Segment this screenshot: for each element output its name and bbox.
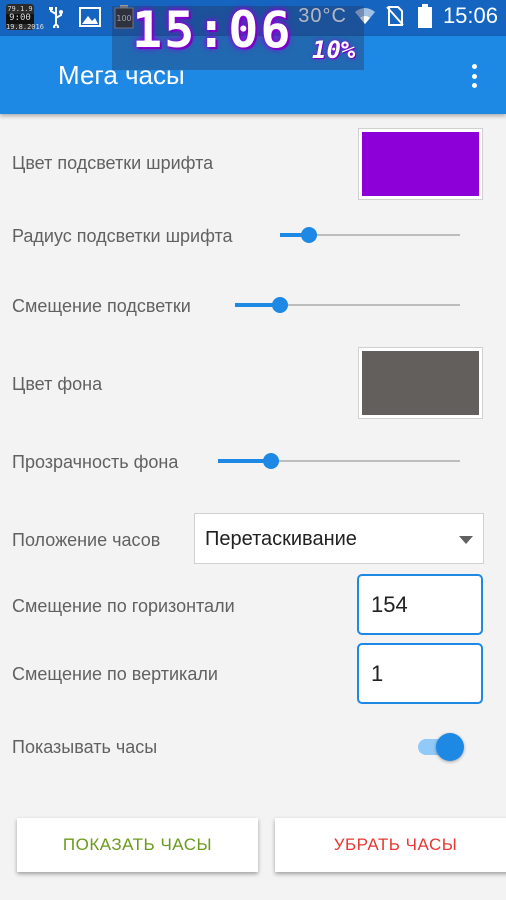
bg-color-label: Цвет фона: [12, 374, 103, 394]
clock-position-dropdown[interactable]: Перетаскивание: [194, 513, 484, 564]
glow-offset-slider[interactable]: [235, 295, 460, 315]
v-offset-field[interactable]: [357, 643, 483, 704]
dropdown-arrow-icon: [459, 536, 473, 544]
font-glow-radius-slider[interactable]: [280, 225, 460, 245]
mini-widget-top: 79.1.9: [7, 5, 33, 13]
h-offset-field[interactable]: [357, 574, 483, 635]
bg-color-swatch[interactable]: [358, 347, 483, 419]
show-clock-switch[interactable]: [416, 732, 466, 762]
overflow-menu-icon[interactable]: [462, 62, 486, 90]
bg-transparency-label: Прозрачность фона: [12, 452, 179, 472]
slider-thumb[interactable]: [272, 297, 288, 313]
clock-position-value: Перетаскивание: [205, 528, 357, 550]
hide-clock-button[interactable]: УБРАТЬ ЧАСЫ: [275, 818, 506, 872]
slider-thumb[interactable]: [263, 453, 280, 469]
switch-knob[interactable]: [436, 733, 464, 761]
image-icon: [78, 6, 102, 28]
font-glow-radius-label: Радиус подсветки шрифта: [12, 226, 233, 246]
v-offset-label: Смещение по вертикали: [12, 664, 218, 684]
show-clock-button[interactable]: ПОКАЗАТЬ ЧАСЫ: [17, 818, 258, 872]
font-glow-color-fill: [362, 132, 479, 196]
bg-color-fill: [362, 351, 479, 415]
mini-widget-bottom: 19.8.2016: [6, 22, 44, 31]
font-glow-color-swatch[interactable]: [358, 128, 483, 200]
h-offset-label: Смещение по горизонтали: [12, 596, 235, 616]
usb-icon: [44, 6, 68, 28]
glow-offset-label: Смещение подсветки: [12, 296, 191, 316]
floating-clock-battery: 10%: [312, 36, 356, 64]
phone-widget-icon: 79.1.9 9:00 19.8.2016: [6, 4, 44, 30]
slider-thumb[interactable]: [300, 227, 317, 243]
show-clock-label: Показывать часы: [12, 737, 158, 757]
floating-clock-time: 15:06: [132, 1, 293, 59]
bg-transparency-slider[interactable]: [218, 451, 460, 471]
status-time: 15:06: [442, 3, 498, 28]
battery-icon: [413, 4, 437, 28]
v-offset-input[interactable]: [371, 661, 471, 687]
h-offset-input[interactable]: [371, 592, 471, 618]
font-glow-color-label: Цвет подсветки шрифта: [12, 153, 214, 173]
no-sim-icon: [383, 5, 407, 27]
clock-position-label: Положение часов: [12, 530, 161, 550]
